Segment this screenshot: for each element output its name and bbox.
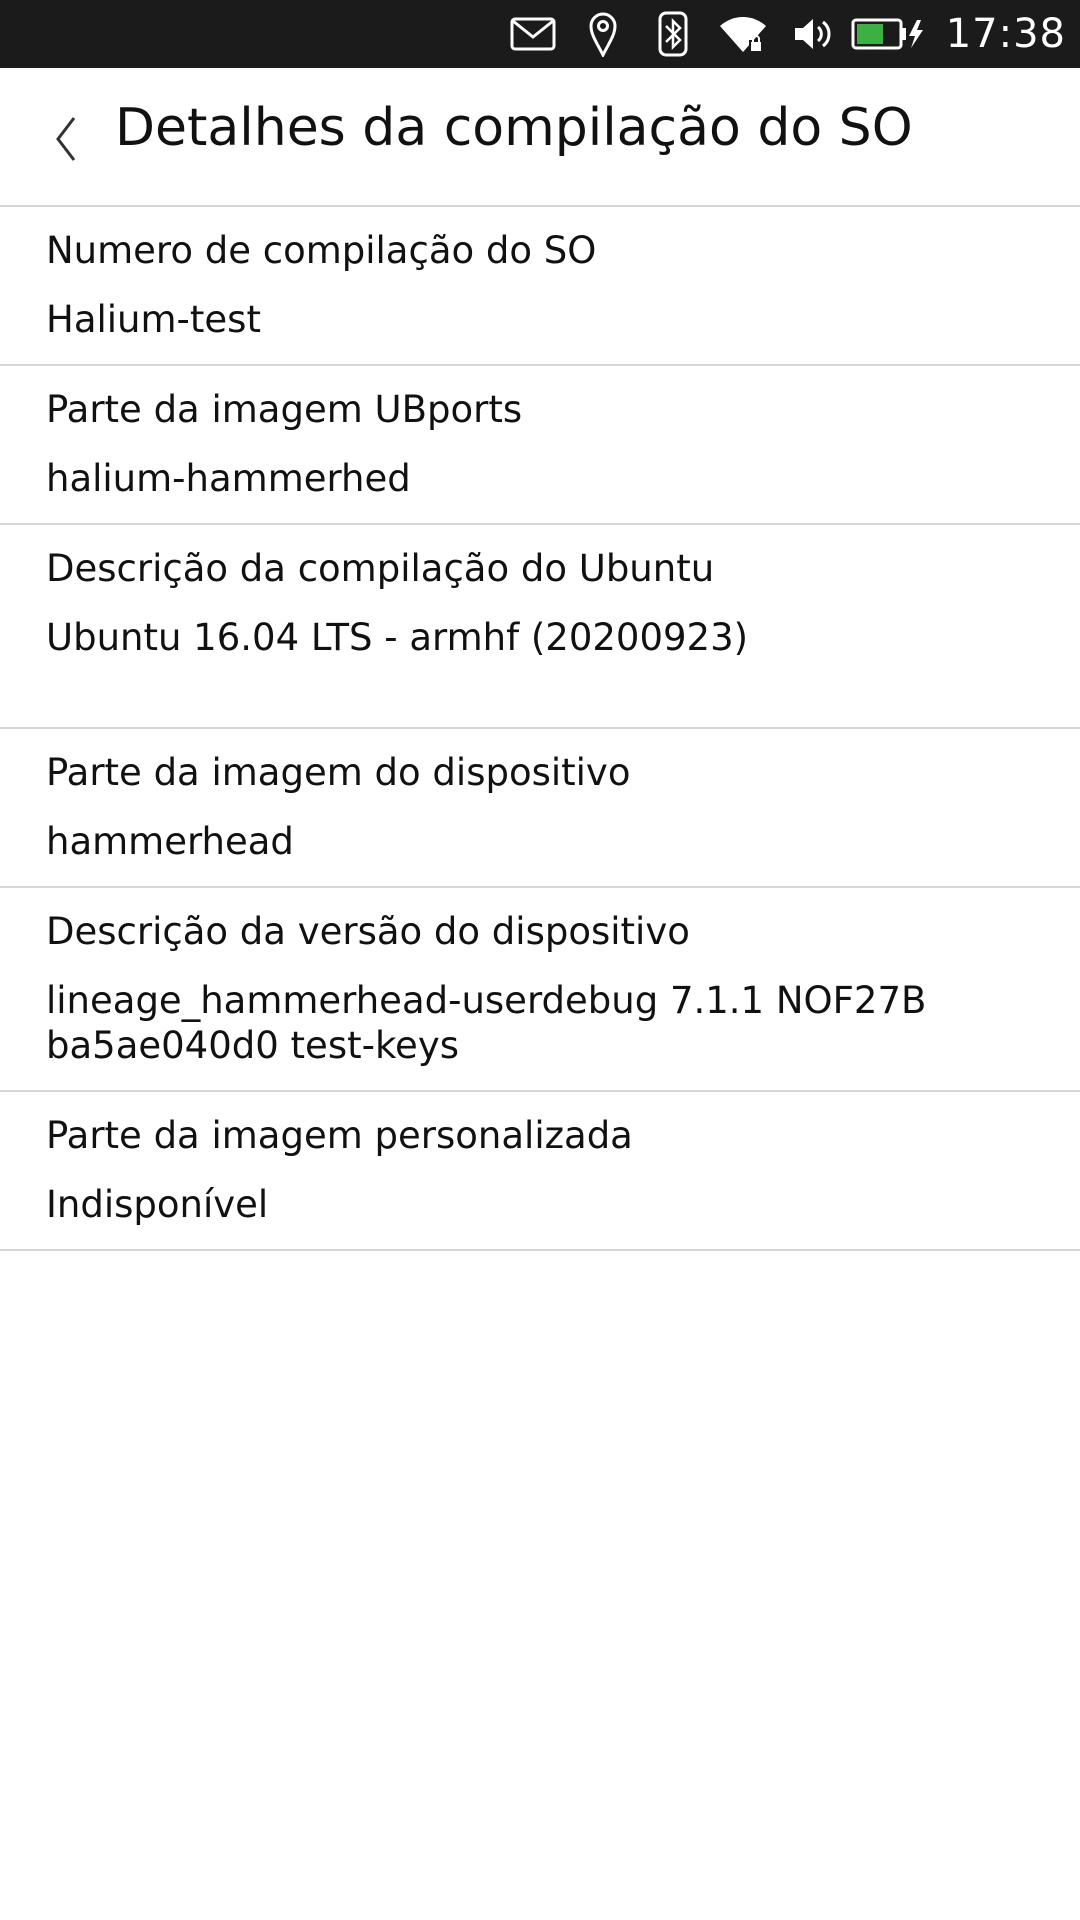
back-button[interactable] <box>48 114 88 164</box>
battery-charging-icon[interactable] <box>848 0 928 68</box>
item-value: Halium-test <box>46 298 261 341</box>
item-label: Parte da imagem do dispositivo <box>46 751 631 794</box>
item-value: lineage_hammerhead-userdebug 7.1.1 NOF27… <box>46 979 927 1067</box>
item-value: halium-hammerhed <box>46 457 411 500</box>
list-item: Descrição da versão do dispositivo linea… <box>0 888 1080 1092</box>
page-title: Detalhes da compilação do SO <box>115 98 913 158</box>
item-label: Parte da imagem UBports <box>46 388 523 431</box>
list-item: Parte da imagem do dispositivo hammerhea… <box>0 729 1080 888</box>
list-item: Numero de compilação do SO Halium-test <box>0 207 1080 366</box>
item-label: Descrição da versão do dispositivo <box>46 910 690 953</box>
mail-icon[interactable] <box>498 0 568 68</box>
item-value: hammerhead <box>46 820 294 863</box>
chevron-left-icon <box>56 117 76 161</box>
page-header: Detalhes da compilação do SO <box>0 68 1080 207</box>
details-list: Numero de compilação do SO Halium-test P… <box>0 207 1080 1251</box>
status-bar: 17:38 <box>0 0 1080 68</box>
item-label: Descrição da compilação do Ubuntu <box>46 547 715 590</box>
location-icon[interactable] <box>568 0 638 68</box>
status-icons: 17:38 <box>498 0 1080 68</box>
list-item: Descrição da compilação do Ubuntu Ubuntu… <box>0 525 1080 729</box>
item-label: Numero de compilação do SO <box>46 229 597 272</box>
item-value: Ubuntu 16.04 LTS - armhf (20200923) <box>46 616 749 659</box>
clock: 17:38 <box>945 11 1066 57</box>
item-label: Parte da imagem personalizada <box>46 1114 633 1157</box>
wifi-secure-icon[interactable] <box>708 0 778 68</box>
item-value: Indisponível <box>46 1183 269 1226</box>
volume-icon[interactable] <box>778 0 848 68</box>
list-item: Parte da imagem personalizada Indisponív… <box>0 1092 1080 1251</box>
bluetooth-icon[interactable] <box>638 0 708 68</box>
list-item: Parte da imagem UBports halium-hammerhed <box>0 366 1080 525</box>
